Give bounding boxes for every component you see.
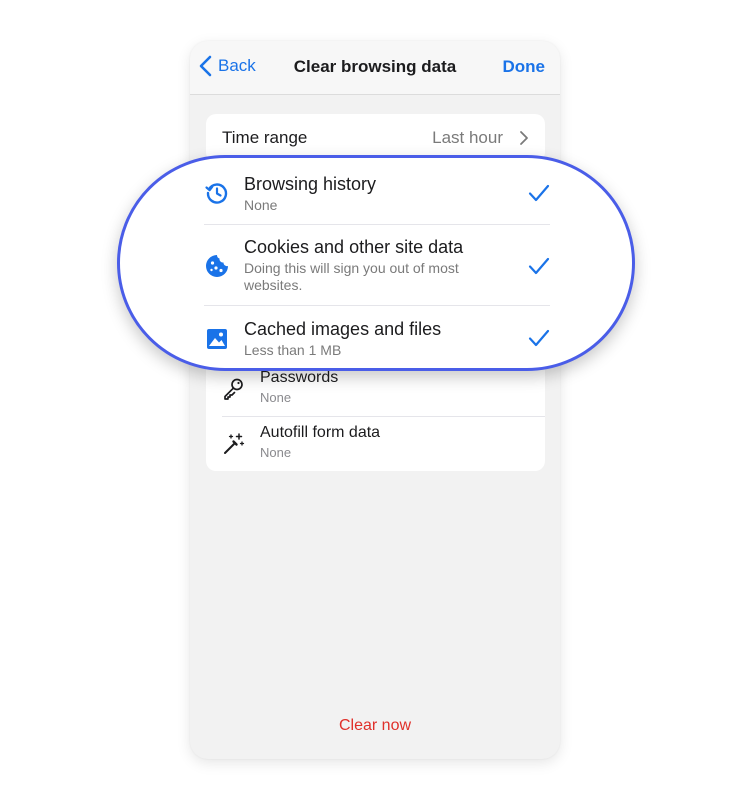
back-button[interactable]: Back — [198, 55, 256, 77]
list-item-subtitle: None — [244, 197, 278, 213]
time-range-label: Time range — [222, 128, 308, 147]
list-item-title: Browsing history — [244, 174, 377, 194]
checkmark-icon — [528, 257, 550, 275]
time-range-value: Last hour — [432, 128, 503, 147]
image-icon — [207, 329, 227, 349]
checkmark-icon — [528, 329, 550, 347]
clear-now-button[interactable]: Clear now — [190, 717, 560, 735]
done-button[interactable]: Done — [503, 57, 546, 77]
list-item-title: Passwords — [260, 369, 339, 386]
magic-wand-icon — [224, 433, 245, 454]
cookie-icon — [206, 255, 228, 277]
list-item-cached-images[interactable]: Cached images and files Less than 1 MB — [120, 306, 632, 366]
highlighted-selection: Browsing history None Cookies and other … — [117, 155, 635, 371]
history-icon — [205, 183, 228, 204]
list-item-subtitle: Less than 1 MB — [244, 342, 342, 358]
back-label: Back — [218, 56, 256, 75]
list-item-title: Cookies and other site data — [244, 237, 464, 257]
list-item-title: Cached images and files — [244, 319, 442, 339]
navigation-bar: Back Clear browsing data Done — [190, 41, 560, 95]
list-item-title: Autofill form data — [260, 424, 381, 441]
chevron-left-icon — [199, 55, 212, 77]
list-item-subtitle: None — [260, 445, 292, 460]
list-item-cookies[interactable]: Cookies and other site data Doing this w… — [120, 225, 632, 305]
list-item-subtitle: None — [260, 390, 292, 405]
divider — [222, 416, 545, 417]
list-item-autofill[interactable]: Autofill form data None — [206, 416, 545, 471]
settings-panel: Back Clear browsing data Done Time range… — [190, 41, 560, 759]
checkmark-icon — [528, 184, 550, 202]
list-item-browsing-history[interactable]: Browsing history None — [120, 158, 632, 224]
list-item-subtitle: Doing this will sign you out of most web… — [244, 260, 459, 293]
key-icon — [224, 378, 243, 400]
chevron-right-icon — [520, 131, 528, 145]
